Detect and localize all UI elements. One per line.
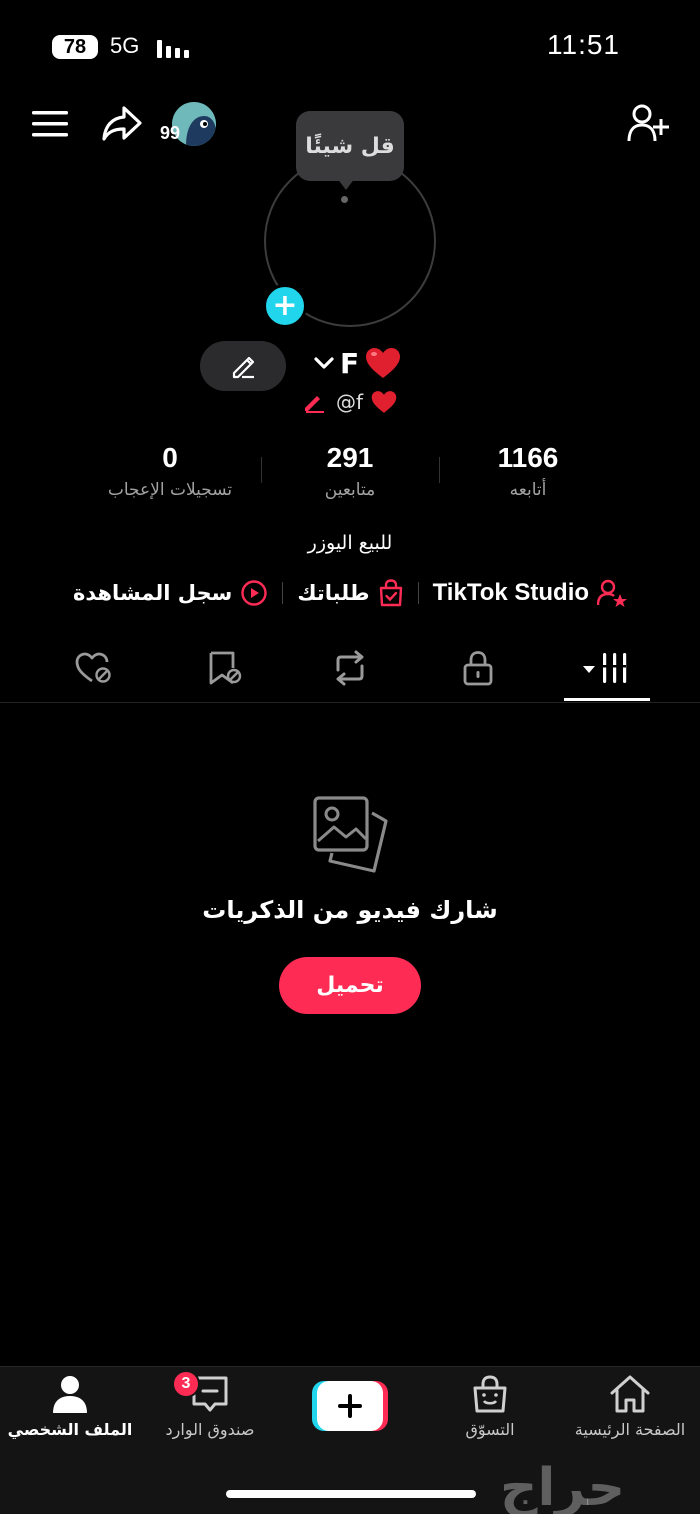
avatar-placeholder bbox=[341, 196, 348, 203]
heart-emoji-icon bbox=[371, 391, 397, 413]
plus-icon bbox=[338, 1394, 362, 1418]
say-something-tooltip[interactable]: قل شيئًا bbox=[296, 111, 404, 181]
likes-label: تسجيلات الإعجاب bbox=[107, 480, 233, 500]
shop-bag-icon bbox=[473, 1375, 507, 1413]
pencil-icon bbox=[232, 356, 255, 379]
stat-followers[interactable]: 291 متابعين bbox=[250, 440, 450, 500]
lock-icon bbox=[463, 651, 493, 686]
tab-reposts[interactable] bbox=[315, 646, 385, 690]
inbox-badge: 3 bbox=[172, 1370, 200, 1398]
creator-star-icon bbox=[597, 579, 628, 607]
plus-icon: + bbox=[272, 288, 298, 323]
active-tab-indicator bbox=[564, 698, 650, 701]
nav-home[interactable]: الصفحة الرئيسية bbox=[560, 1374, 700, 1439]
notification-count: 99 bbox=[160, 123, 181, 143]
following-count: 1166 bbox=[497, 442, 559, 473]
watch-history-label: سجل المشاهدة bbox=[72, 581, 233, 605]
tab-private[interactable] bbox=[443, 646, 513, 690]
status-time: 11:51 bbox=[547, 29, 620, 60]
profile-links: TikTok Studio طلباتك سجل المشاهدة bbox=[0, 574, 700, 612]
grid-icon bbox=[583, 653, 627, 683]
bookmark-icon bbox=[209, 651, 242, 685]
network-type: 5G bbox=[110, 33, 140, 58]
username-handle: @f bbox=[336, 390, 364, 414]
edit-profile-button[interactable] bbox=[200, 341, 286, 391]
nav-shop-label: التسوّق bbox=[465, 1420, 515, 1439]
battery-level: 78 bbox=[63, 35, 87, 58]
likes-count: 0 bbox=[162, 442, 178, 473]
nav-shop[interactable]: التسوّق bbox=[420, 1374, 560, 1439]
tab-favorites[interactable] bbox=[189, 646, 259, 690]
signal-icon bbox=[157, 40, 189, 58]
home-indicator[interactable] bbox=[226, 1490, 476, 1498]
create-button[interactable] bbox=[312, 1381, 388, 1431]
display-name-row[interactable]: F bbox=[314, 343, 401, 383]
tab-videos[interactable] bbox=[572, 646, 642, 690]
nav-inbox[interactable]: صندوق الوارد bbox=[140, 1374, 280, 1439]
orders-link[interactable]: طلباتك bbox=[297, 579, 403, 607]
create-face bbox=[317, 1381, 383, 1431]
tabs-divider bbox=[0, 702, 700, 703]
liked-icon bbox=[75, 652, 111, 683]
edit-handle-icon bbox=[305, 396, 324, 413]
tiktok-studio-link[interactable]: TikTok Studio bbox=[432, 579, 628, 607]
empty-state-title: شارك فيديو من الذكريات bbox=[202, 896, 498, 924]
profile-icon bbox=[53, 1376, 87, 1413]
menu-icon[interactable] bbox=[32, 108, 68, 140]
share-icon[interactable] bbox=[100, 104, 144, 144]
upload-button[interactable]: تحميل bbox=[279, 957, 421, 1014]
photo-memories-icon bbox=[313, 796, 388, 873]
battery-indicator: 78 bbox=[52, 35, 98, 59]
link-separator bbox=[282, 582, 284, 604]
add-photo-button[interactable]: + bbox=[263, 284, 307, 328]
play-circle-icon bbox=[241, 580, 268, 606]
following-label: أتابعه bbox=[509, 480, 547, 500]
nav-home-label: الصفحة الرئيسية bbox=[574, 1420, 686, 1439]
handle-row[interactable]: @f bbox=[302, 390, 397, 414]
nav-profile[interactable]: الملف الشخصي bbox=[0, 1374, 140, 1439]
link-separator bbox=[417, 582, 419, 604]
stat-likes[interactable]: 0 تسجيلات الإعجاب bbox=[70, 440, 270, 500]
watch-history-link[interactable]: سجل المشاهدة bbox=[73, 579, 268, 607]
nav-inbox-label: صندوق الوارد bbox=[165, 1420, 255, 1439]
tooltip-tail bbox=[337, 178, 355, 190]
profile-bio: للبيع اليوزر bbox=[307, 532, 393, 554]
followers-label: متابعين bbox=[324, 480, 376, 500]
add-friend-icon[interactable] bbox=[627, 103, 671, 143]
haraj-watermark: حراج bbox=[500, 1458, 626, 1514]
display-name: F bbox=[340, 346, 360, 380]
repost-icon bbox=[336, 650, 364, 686]
followers-count: 291 bbox=[326, 442, 374, 473]
nav-profile-label: الملف الشخصي bbox=[7, 1420, 133, 1439]
shopping-bag-icon bbox=[379, 579, 402, 607]
tab-liked[interactable] bbox=[59, 646, 129, 690]
stat-following[interactable]: 1166 أتابعه bbox=[428, 440, 628, 500]
orders-label: طلباتك bbox=[297, 581, 370, 605]
chevron-down-icon bbox=[314, 357, 334, 369]
heart-emoji-icon bbox=[366, 348, 401, 378]
tiktok-studio-label: TikTok Studio bbox=[432, 579, 590, 606]
home-icon bbox=[610, 1375, 650, 1413]
